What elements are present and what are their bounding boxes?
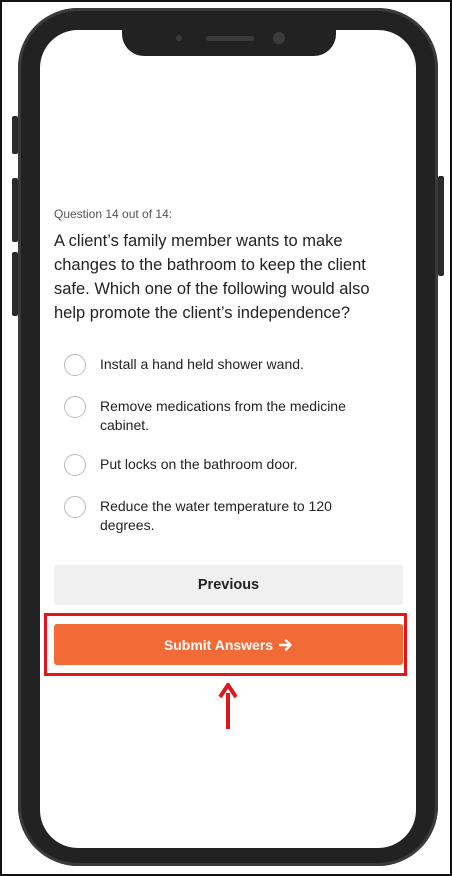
answer-option[interactable]: Install a hand held shower wand. [64, 354, 394, 376]
notch-speaker [206, 36, 254, 41]
radio-button[interactable] [64, 396, 86, 418]
radio-button[interactable] [64, 496, 86, 518]
previous-button[interactable]: Previous [54, 565, 403, 605]
answer-option-label: Put locks on the bathroom door. [100, 456, 298, 472]
up-arrow-annotation-icon [218, 683, 238, 729]
notch-sensor [176, 35, 182, 41]
answer-option-label: Reduce the water temperature to 120 degr… [100, 498, 332, 533]
answer-option-label: Install a hand held shower wand. [100, 356, 304, 372]
radio-button[interactable] [64, 354, 86, 376]
phone-mute-switch [12, 116, 18, 154]
notch-camera [273, 32, 285, 44]
answer-option[interactable]: Remove medications from the medicine cab… [64, 396, 394, 435]
answer-option[interactable]: Put locks on the bathroom door. [64, 454, 394, 476]
radio-button[interactable] [64, 454, 86, 476]
previous-button-label: Previous [197, 577, 260, 593]
answer-option-label: Remove medications from the medicine cab… [100, 398, 346, 433]
phone-notch [122, 20, 336, 56]
submit-highlight-box [44, 613, 407, 676]
question-counter: Question 14 out of 14: [54, 207, 173, 221]
phone-volume-up [12, 178, 18, 242]
question-text: A client’s family member wants to make c… [54, 232, 370, 322]
phone-power-button [438, 176, 444, 276]
answer-option[interactable]: Reduce the water temperature to 120 degr… [64, 496, 394, 535]
phone-volume-down [12, 252, 18, 316]
